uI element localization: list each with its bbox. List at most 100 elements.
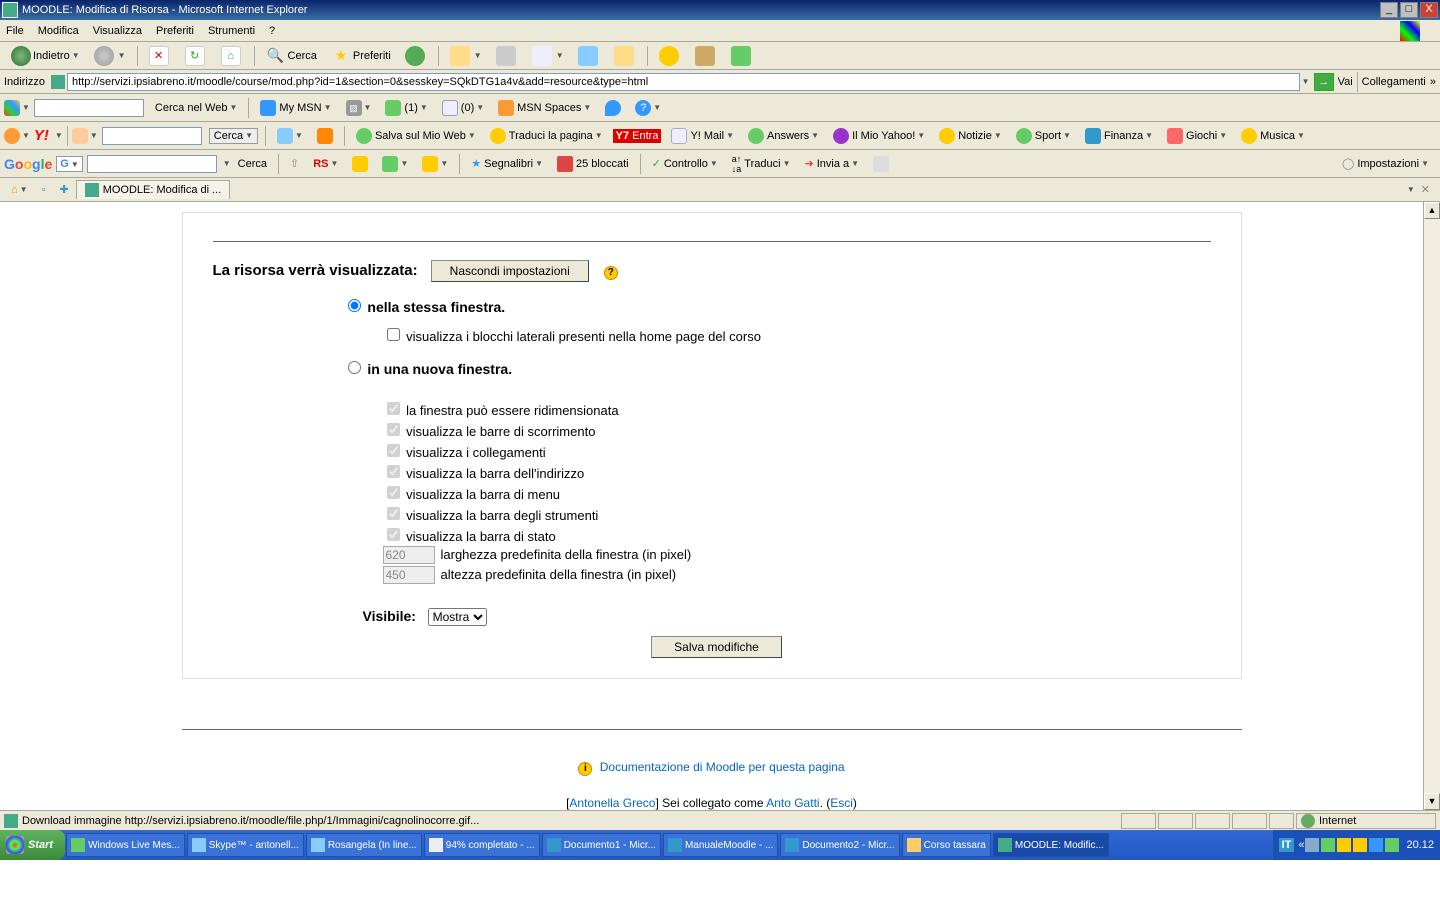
google-search-btn[interactable]: Cerca [234,157,271,171]
msn-spaces[interactable]: MSN Spaces▼ [494,99,595,117]
google-rs[interactable]: RS▼ [309,157,342,171]
yahoo-news[interactable]: Notizie▼ [935,127,1006,145]
menu-help[interactable]: ? [269,25,275,37]
browser-tab[interactable]: MOODLE: Modifica di ... [76,180,231,199]
pencil-icon[interactable] [72,128,88,144]
tray-icon[interactable] [1321,838,1335,852]
hide-settings-button[interactable]: Nascondi impostazioni [431,260,589,282]
task-4[interactable]: Documento1 - Micr... [542,833,661,857]
google-search-input[interactable] [87,155,217,173]
msn-search-web[interactable]: Cerca nel Web▼ [151,101,241,115]
msn-shield[interactable] [601,99,625,117]
history-button[interactable] [401,45,431,67]
edit-button[interactable]: ▼ [528,45,568,67]
yahoo-search-btn[interactable]: Cerca▼ [209,128,258,144]
menu-view[interactable]: Visualizza [93,25,142,37]
msn-search-input[interactable] [34,99,144,117]
print-button[interactable] [492,45,522,67]
tab-new[interactable]: ▫ [38,183,50,197]
yahoo-sport[interactable]: Sport▼ [1012,127,1075,145]
radio-new-window[interactable] [348,361,361,374]
task-5[interactable]: ManualeMoodle - ... [663,833,778,857]
google-settings[interactable]: ◯Impostazioni▼ [1338,156,1433,171]
task-8[interactable]: MOODLE: Modific... [993,833,1109,857]
folder-button[interactable] [691,45,721,67]
yahoo-logo[interactable]: Y! [34,127,49,144]
yahoo-sun-icon[interactable] [4,128,20,144]
tabs-close[interactable]: ✕ [1421,183,1430,196]
vertical-scrollbar[interactable]: ▲ ▼ [1423,202,1440,810]
google-send[interactable]: ➜Invia a▼ [800,156,863,171]
menu-file[interactable]: File [6,25,24,37]
scroll-up[interactable]: ▲ [1424,202,1440,219]
norton-button[interactable] [655,45,685,67]
google-up[interactable]: ⇧ [286,156,303,171]
menu-tools[interactable]: Strumenti [208,25,255,37]
url-input[interactable] [67,73,1300,91]
task-2[interactable]: Rosangela (In line... [306,833,422,857]
google-bookmarks[interactable]: ★Segnalibri▼ [467,156,547,171]
task-7[interactable]: Corso tassara [902,833,991,857]
menu-edit[interactable]: Modifica [38,25,79,37]
tray-icon[interactable] [1369,838,1383,852]
tray-icon[interactable] [1305,838,1319,852]
google-g-dd[interactable]: G▼ [56,156,82,172]
yahoo-answers[interactable]: Answers▼ [744,127,823,145]
save-button[interactable]: Salva modifiche [651,636,782,658]
links-label[interactable]: Collegamenti [1362,76,1426,88]
logout-link[interactable]: Esci [830,796,853,810]
google-logo[interactable]: Google [4,156,52,172]
help-icon[interactable]: ? [604,266,618,280]
task-0[interactable]: Windows Live Mes... [66,833,185,857]
tab-add[interactable]: ✚ [55,182,72,197]
msn-mymsn[interactable]: My MSN▼ [256,99,335,117]
menu-favorites[interactable]: Preferiti [156,25,194,37]
yahoo-finance[interactable]: Finanza▼ [1081,127,1157,145]
task-3[interactable]: 94% completato - ... [424,833,540,857]
msn-mail[interactable]: (0)▼ [438,99,488,117]
search-button[interactable]: 🔍Cerca [262,45,321,67]
url-dropdown[interactable]: ▼ [1302,77,1310,86]
radio-same-window[interactable] [348,299,361,312]
close-button[interactable]: X [1420,2,1438,18]
user2-link[interactable]: Anto Gatti [766,796,819,810]
yahoo-music[interactable]: Musica▼ [1237,127,1309,145]
start-button[interactable]: Start [0,830,65,860]
task-6[interactable]: Documento2 - Micr... [780,833,899,857]
tray-icon[interactable] [1337,838,1351,852]
yahoo-search-input[interactable] [102,127,202,145]
msn-icon[interactable] [4,100,20,116]
clock[interactable]: 20.12 [1406,839,1434,851]
yahoo-mio[interactable]: Il Mio Yahoo!▼ [829,127,929,145]
yahoo-badge[interactable] [313,127,337,145]
forward-button[interactable]: ▼ [90,45,130,67]
google-highlight[interactable] [869,155,893,173]
yahoo-mail[interactable]: Y! Mail▼ [667,127,738,145]
tab-home[interactable]: ⌂▼ [7,183,32,197]
msn-msgr[interactable]: (1)▼ [381,99,431,117]
lang-indicator[interactable]: IT [1279,838,1295,852]
refresh-button[interactable]: ↻ [181,45,211,67]
tray-chevron[interactable]: « [1298,839,1304,851]
back-button[interactable]: Indietro▼ [7,45,84,67]
yahoo-games[interactable]: Giochi▼ [1163,127,1231,145]
go-button[interactable]: → [1314,73,1334,91]
google-translate[interactable]: a↑↓aTraduci▼ [728,153,795,175]
minimize-button[interactable]: _ [1380,2,1398,18]
mail-button[interactable]: ▼ [446,45,486,67]
home-button[interactable]: ⌂ [217,45,247,67]
doc-link[interactable]: Documentazione di Moodle per questa pagi… [600,760,845,774]
google-ico3[interactable]: ▼ [418,155,452,173]
stop-button[interactable]: ✕ [145,45,175,67]
chk-show-blocks[interactable] [387,328,400,341]
scroll-down[interactable]: ▼ [1424,793,1440,810]
user1-link[interactable]: Antonella Greco [569,796,655,810]
google-ico2[interactable]: ▼ [378,155,412,173]
system-tray[interactable]: IT « 20.12 [1273,830,1440,860]
tabs-menu[interactable]: ▼ [1407,185,1415,194]
visible-select[interactable]: Mostra [428,608,487,626]
research-button[interactable] [610,45,640,67]
favorites-button[interactable]: ★Preferiti [327,45,395,67]
discuss-button[interactable] [574,45,604,67]
msn-rss[interactable]: ▧▼ [342,99,376,117]
